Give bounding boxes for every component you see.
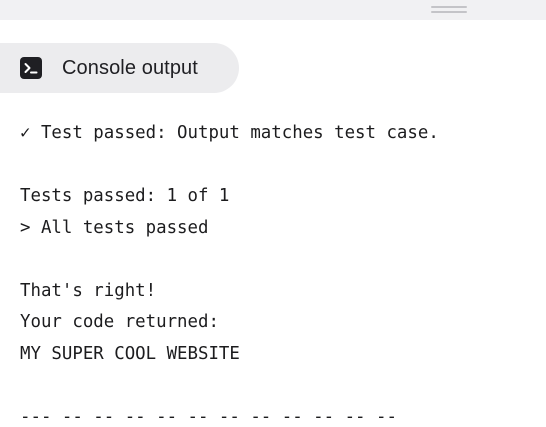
resize-handle-bar — [431, 6, 467, 8]
resize-handle-bar — [431, 11, 467, 13]
separator-line: --- -- -- -- -- -- -- -- -- -- -- -- — [20, 406, 397, 427]
tab-label: Console output — [62, 56, 198, 79]
resize-handle[interactable] — [431, 6, 467, 16]
all-passed-line: > All tests passed — [20, 217, 209, 238]
tab-console-output[interactable]: Console output — [0, 43, 239, 93]
feedback-line: That's right! — [20, 280, 157, 301]
console-output-body: ✓ Test passed: Output matches test case.… — [20, 118, 540, 427]
returned-value-line: MY SUPER COOL WEBSITE — [20, 343, 240, 364]
terminal-icon — [20, 57, 42, 79]
returned-label-line: Your code returned: — [20, 312, 219, 332]
console-panel: Console output ✓ Test passed: Output mat… — [0, 0, 546, 427]
tests-count-line: Tests passed: 1 of 1 — [20, 186, 230, 206]
test-result-line: ✓ Test passed: Output matches test case. — [20, 123, 439, 143]
